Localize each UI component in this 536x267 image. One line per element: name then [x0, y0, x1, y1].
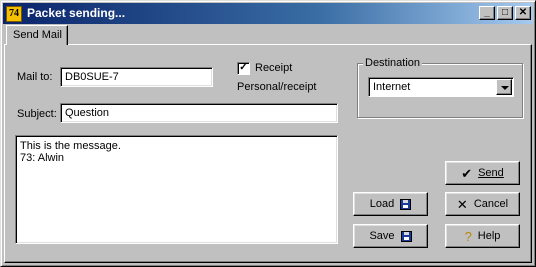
- title-bar[interactable]: 74 Packet sending... _ □ ✕: [3, 3, 533, 24]
- send-button[interactable]: ✔ Send: [445, 161, 520, 185]
- question-icon: ?: [464, 228, 472, 244]
- close-button[interactable]: ✕: [515, 6, 531, 20]
- destination-selected-value: Internet: [373, 81, 411, 93]
- save-label: Save: [369, 230, 395, 242]
- help-label: Help: [477, 230, 501, 242]
- maximize-button[interactable]: □: [497, 6, 513, 20]
- load-label: Load: [369, 198, 395, 210]
- load-button[interactable]: Load: [353, 192, 428, 216]
- destination-select[interactable]: Internet: [368, 77, 514, 97]
- personal-receipt-label: Personal/receipt: [237, 81, 317, 93]
- receipt-label[interactable]: Receipt: [255, 62, 292, 74]
- help-button[interactable]: ? Help: [445, 224, 520, 248]
- minimize-button[interactable]: _: [479, 6, 495, 20]
- x-icon: ✕: [456, 196, 468, 212]
- chevron-down-icon: [501, 86, 509, 90]
- window-title: Packet sending...: [27, 6, 126, 20]
- receipt-checkbox[interactable]: ✓: [237, 62, 250, 75]
- message-textarea[interactable]: This is the message. 73: Alwin: [15, 135, 338, 244]
- mail-to-input[interactable]: DB0SUE-7: [60, 67, 213, 87]
- mail-to-label: Mail to:: [17, 71, 53, 83]
- subject-input[interactable]: Question: [60, 103, 338, 123]
- checkmark-icon: ✔: [461, 165, 473, 181]
- floppy-disk-icon: [400, 198, 412, 210]
- tab-label: Send Mail: [13, 29, 62, 41]
- tab-send-mail[interactable]: Send Mail: [6, 25, 68, 45]
- app-icon: 74: [6, 6, 22, 22]
- dropdown-button[interactable]: [496, 79, 512, 95]
- subject-label: Subject:: [17, 108, 57, 120]
- packet-sending-window: 74 Packet sending... _ □ ✕ Send Mail Mai…: [0, 0, 536, 267]
- save-button[interactable]: Save: [353, 224, 428, 248]
- floppy-disk-icon: [400, 230, 412, 242]
- send-label: Send: [478, 167, 504, 179]
- cancel-label: Cancel: [473, 198, 509, 210]
- destination-group-title: Destination: [363, 57, 423, 69]
- cancel-button[interactable]: ✕ Cancel: [445, 192, 520, 216]
